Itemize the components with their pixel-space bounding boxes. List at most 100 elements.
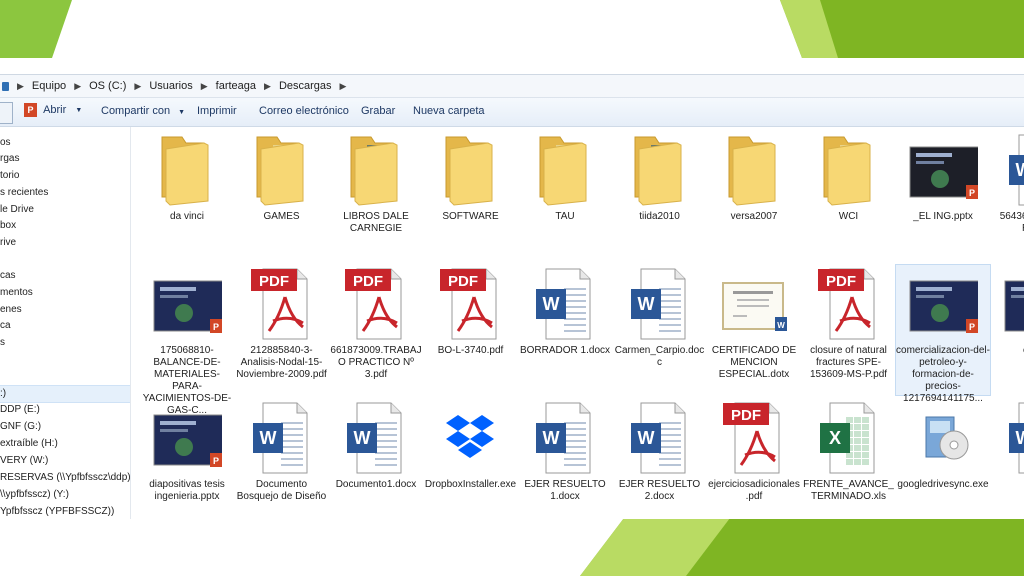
nav-drive-item[interactable]: Ypfbfsscz (YPFBFSSCZ)): [0, 506, 114, 517]
nav-item[interactable]: torio: [0, 170, 19, 181]
file-name-label: versa2007: [730, 211, 778, 222]
new-folder-button[interactable]: Nueva carpeta: [413, 105, 485, 117]
folder-icon: [152, 131, 222, 206]
file-item[interactable]: P 175068810-BALANCE-DE-MATERIALES-PARA-YA…: [140, 265, 234, 416]
file-item[interactable]: Pcom…: [991, 265, 1024, 395]
breadcrumb-item[interactable]: Descargas: [279, 80, 332, 92]
pdf-file-icon: PDF: [436, 265, 506, 340]
nav-item[interactable]: s: [0, 337, 5, 348]
file-item[interactable]: PDF BO-L-3740.pdf: [424, 265, 518, 395]
nav-item[interactable]: le Drive: [0, 204, 34, 215]
file-name-label: EJER RESUELTO 1.docx: [524, 479, 606, 502]
file-item[interactable]: Pcomercializacion-del-petroleo-y-formaci…: [895, 264, 991, 404]
nav-item[interactable]: rive: [0, 237, 16, 248]
file-item[interactable]: W Carmen_Carpio.doc c: [613, 265, 707, 395]
file-name-label: diapositivas tesis ingenieria.pptx: [149, 479, 225, 502]
file-item[interactable]: PDF 661873009.TRABAJO PRACTICO Nº 3.pdf: [329, 265, 423, 395]
breadcrumb-item[interactable]: Usuarios: [149, 80, 192, 92]
nav-drive-item[interactable]: GNF (G:): [0, 421, 41, 432]
svg-text:PDF: PDF: [826, 273, 856, 290]
file-view[interactable]: da vinci GAMES LIBROS DALE CARNEGIE SOFTWAR…: [132, 127, 1024, 519]
file-name-label: SOFTWARE: [442, 211, 499, 222]
file-item[interactable]: PDF ejerciciosadicionales.pdf: [707, 399, 801, 519]
file-name-label: EJER RESUELTO 2.docx: [618, 479, 701, 502]
folder-item[interactable]: da vinci: [140, 131, 234, 261]
file-item[interactable]: Pdiapositivas tesis ingenieria.pptx: [140, 399, 234, 519]
breadcrumb-item[interactable]: Equipo: [32, 80, 66, 92]
svg-text:W: W: [637, 428, 654, 448]
folder-item[interactable]: LIBROS DALE CARNEGIE: [329, 131, 423, 261]
nav-item[interactable]: rgas: [0, 153, 19, 164]
file-item[interactable]: W GUI…: [991, 399, 1024, 519]
installer-icon: [908, 399, 978, 474]
file-item[interactable]: W CERTIFICADO DE MENCION ESPECIAL.dotx: [707, 265, 801, 395]
folder-item[interactable]: GAMES: [235, 131, 329, 261]
file-item[interactable]: W Documento1.docx: [329, 399, 423, 519]
pdf-file-icon: PDF: [341, 265, 411, 340]
file-name-label: LIBROS DALE CARNEGIE: [343, 211, 409, 234]
svg-text:W: W: [1015, 428, 1024, 448]
nav-drive-item[interactable]: extraíble (H:): [0, 438, 58, 449]
folder-icon: [814, 131, 884, 206]
powerpoint-icon: P: [24, 103, 37, 117]
nav-item[interactable]: box: [0, 220, 16, 231]
file-item[interactable]: P _EL ING.pptx: [896, 131, 990, 261]
share-button[interactable]: Compartir con ▼: [101, 105, 185, 117]
chevron-right-icon: ▶: [17, 80, 24, 91]
word-document-icon: W: [341, 399, 411, 474]
file-item[interactable]: W Documento Bosquejo de Diseño: [235, 399, 329, 519]
file-name-label: BORRADOR 1.docx: [519, 345, 611, 356]
file-name-label: GAMES: [263, 211, 300, 222]
breadcrumb-item[interactable]: farteaga: [216, 80, 256, 92]
powerpoint-file-icon: P: [908, 131, 983, 206]
computer-icon: [2, 81, 9, 91]
powerpoint-file-icon: P: [908, 265, 983, 340]
organize-button[interactable]: [0, 102, 13, 124]
folder-item[interactable]: tiida2010: [613, 131, 707, 261]
burn-button[interactable]: Grabar: [361, 105, 395, 117]
chevron-right-icon: ▶: [74, 80, 82, 91]
nav-drive-item[interactable]: \\ypfbfsscz) (Y:): [0, 489, 69, 500]
slide-decoration-bottom-right: [580, 518, 1024, 576]
nav-drive-item[interactable]: VERY (W:): [0, 455, 48, 466]
nav-item[interactable]: s recientes: [0, 187, 48, 198]
email-button[interactable]: Correo electrónico: [259, 105, 349, 117]
folder-item[interactable]: TAU: [518, 131, 612, 261]
breadcrumb-item[interactable]: OS (C:): [89, 80, 126, 92]
print-button[interactable]: Imprimir: [197, 105, 237, 117]
address-bar[interactable]: ▶ Equipo ▶ OS (C:) ▶ Usuarios ▶ farteaga…: [0, 75, 1024, 98]
navigation-pane[interactable]: os rgas torio s recientes le Drive box rive cas…: [0, 127, 131, 519]
open-button[interactable]: P Abrir ▼: [24, 103, 82, 117]
excel-file-icon: X: [814, 399, 884, 474]
word-document-icon: W: [1003, 131, 1024, 206]
nav-item[interactable]: cas: [0, 270, 16, 281]
nav-drive-item[interactable]: DDP (E:): [0, 404, 40, 415]
chevron-right-icon: ▶: [134, 80, 142, 91]
svg-text:PDF: PDF: [448, 273, 478, 290]
file-item[interactable]: W 56436…ntos-d…RBU…: [991, 131, 1024, 261]
nav-drive-item[interactable]: :): [0, 388, 6, 399]
file-item[interactable]: DropboxInstaller.exe: [424, 399, 518, 519]
file-item[interactable]: googledrivesync.exe: [896, 399, 990, 519]
folder-item[interactable]: SOFTWARE: [424, 131, 518, 261]
word-document-icon: W: [247, 399, 317, 474]
nav-item[interactable]: mentos: [0, 287, 33, 298]
file-name-label: googledrivesync.exe: [897, 479, 989, 490]
file-item[interactable]: W EJER RESUELTO 2.docx: [613, 399, 707, 519]
word-document-icon: W: [530, 399, 600, 474]
folder-item[interactable]: WCI: [802, 131, 896, 261]
nav-drive-item[interactable]: RESERVAS (\\Ypfbfsscz\ddp) (X:): [0, 472, 130, 483]
file-item[interactable]: PDF 212885840-3-Analisis-Nodal-15-Noviemb…: [235, 265, 329, 395]
file-item[interactable]: W BORRADOR 1.docx: [518, 265, 612, 395]
nav-item[interactable]: enes: [0, 304, 22, 315]
word-template-icon: W: [719, 265, 789, 340]
nav-item[interactable]: ca: [0, 320, 11, 331]
file-item[interactable]: PDF closure of natural fractures SPE-1536…: [802, 265, 896, 395]
svg-text:P: P: [213, 322, 219, 332]
svg-text:PDF: PDF: [353, 273, 383, 290]
folder-item[interactable]: versa2007: [707, 131, 801, 261]
nav-item[interactable]: os: [0, 137, 11, 148]
file-item[interactable]: W EJER RESUELTO 1.docx: [518, 399, 612, 519]
dropdown-arrow-icon: ▼: [75, 106, 83, 114]
file-item[interactable]: X FRENTE_AVANCE_TERMINADO.xls: [802, 399, 896, 519]
